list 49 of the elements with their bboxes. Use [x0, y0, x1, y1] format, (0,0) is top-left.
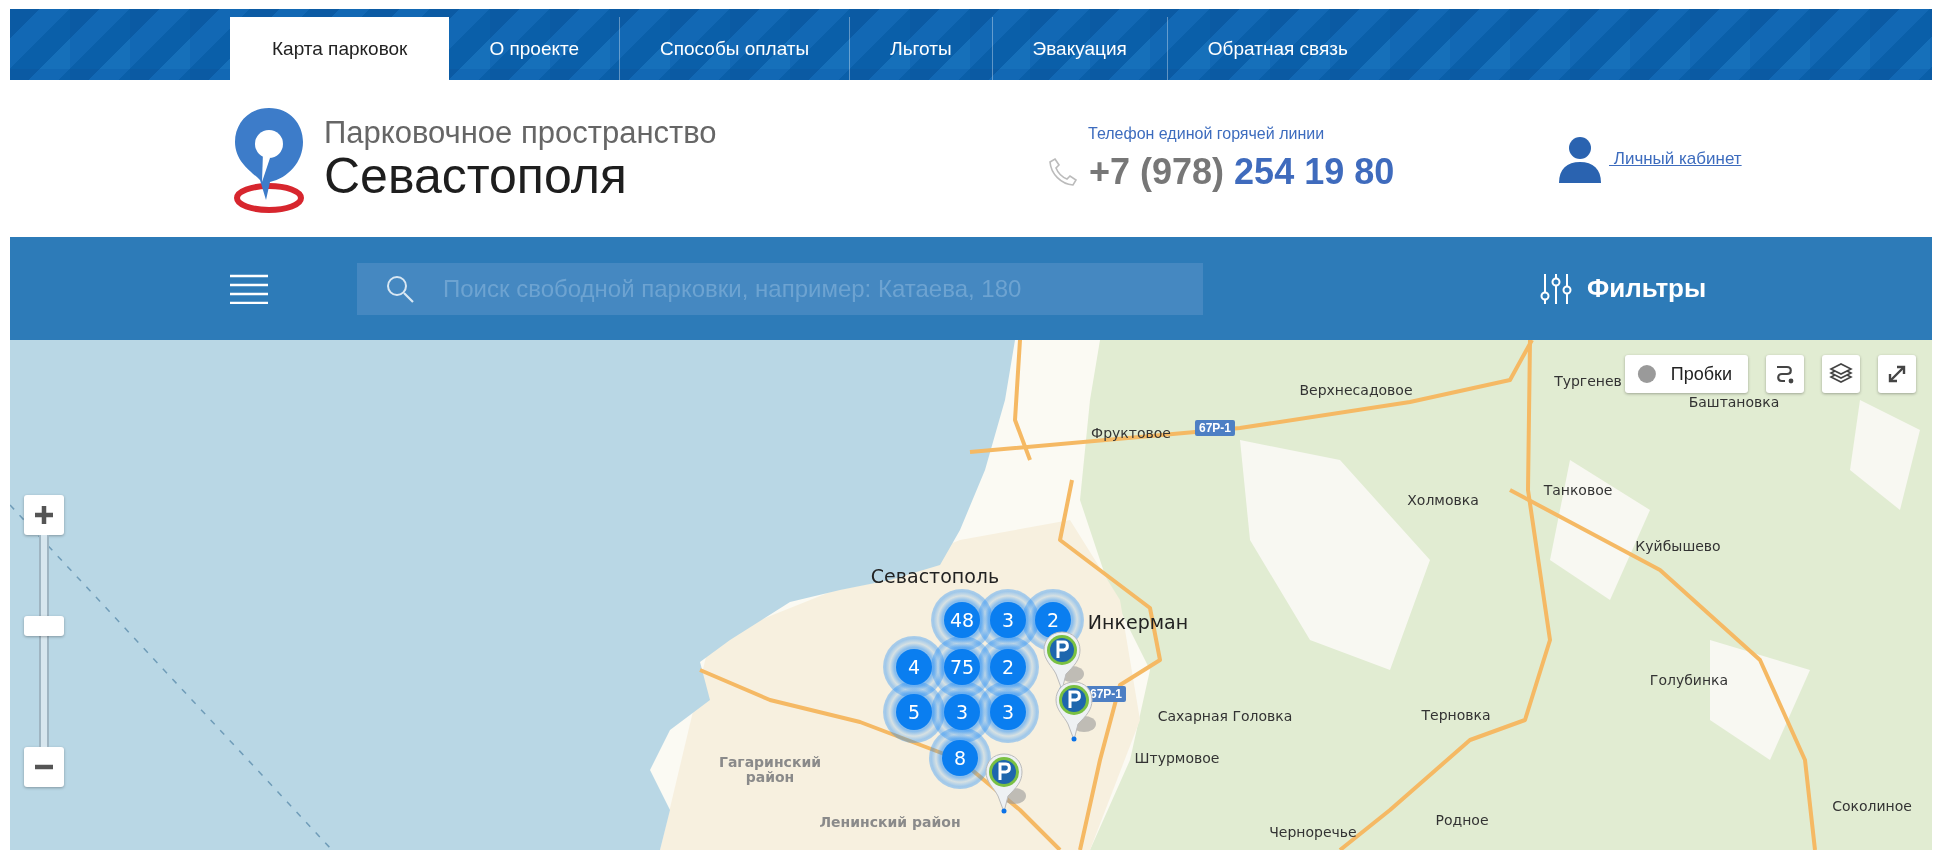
- place-label: Гагаринский район: [717, 754, 823, 786]
- fullscreen-icon: [1886, 363, 1908, 385]
- place-label: Голубинка: [1649, 672, 1729, 688]
- layers-button[interactable]: [1822, 355, 1860, 393]
- place-label: Соколиное: [1832, 798, 1912, 814]
- place-label: Ленинский район: [819, 814, 961, 830]
- sliders-icon: [1539, 271, 1573, 306]
- menu-icon[interactable]: [230, 273, 268, 304]
- filters-button[interactable]: Фильтры: [1535, 267, 1711, 310]
- place-label: Севастополь: [870, 565, 1000, 587]
- place-label: Танковое: [1543, 482, 1613, 498]
- user-icon: [1557, 134, 1603, 183]
- zoom-out-button[interactable]: [24, 747, 64, 787]
- logo-title: Севастополя: [324, 150, 627, 201]
- hotline-label: Телефон единой горячей линии: [1087, 124, 1326, 143]
- place-label: Терновка: [1421, 707, 1491, 723]
- layers-icon: [1829, 362, 1853, 386]
- phone-number: 254 19 80: [1234, 150, 1395, 193]
- nav-tab[interactable]: Льготы: [849, 17, 992, 80]
- place-label: Сахарная Головка: [1157, 708, 1293, 724]
- traffic-icon: [1637, 363, 1657, 385]
- zoom-slider-handle[interactable]: [24, 616, 64, 637]
- place-label: Баштановка: [1688, 394, 1780, 410]
- place-label: Родное: [1435, 812, 1489, 828]
- nav-tab[interactable]: Обратная связь: [1166, 17, 1388, 80]
- place-label: Верхнесадовое: [1299, 382, 1413, 398]
- road-number: 67Р-1: [1195, 420, 1235, 436]
- traffic-button[interactable]: Пробки: [1625, 355, 1748, 393]
- nav-tab[interactable]: О проекте: [449, 17, 620, 80]
- zoom-in-button[interactable]: [24, 495, 64, 535]
- place-label: Фруктовое: [1091, 425, 1171, 441]
- route-icon: [1774, 363, 1796, 385]
- place-label: Куйбышево: [1635, 538, 1721, 554]
- place-label: Холмовка: [1407, 492, 1479, 508]
- place-label: Черноречье: [1269, 824, 1357, 840]
- nav-tab[interactable]: Карта парковок: [230, 17, 450, 80]
- fullscreen-button[interactable]: [1878, 355, 1916, 393]
- phone-code: +7 (978): [1089, 150, 1225, 193]
- account-link[interactable]: Личный кабинет: [1609, 148, 1742, 169]
- phone-icon: [1047, 155, 1079, 188]
- place-label: Инкерман: [1087, 611, 1189, 633]
- place-label: Тургенев: [1554, 373, 1622, 389]
- logo-subtitle: Парковочное пространство: [324, 116, 717, 151]
- nav-tab[interactable]: Способы оплаты: [619, 17, 850, 80]
- plus-icon: [34, 505, 54, 525]
- nav-tab[interactable]: Эвакуация: [991, 17, 1167, 80]
- parking-pin-icon[interactable]: [984, 752, 1028, 814]
- place-label: Штурмовое: [1134, 750, 1220, 766]
- route-button[interactable]: [1766, 355, 1804, 393]
